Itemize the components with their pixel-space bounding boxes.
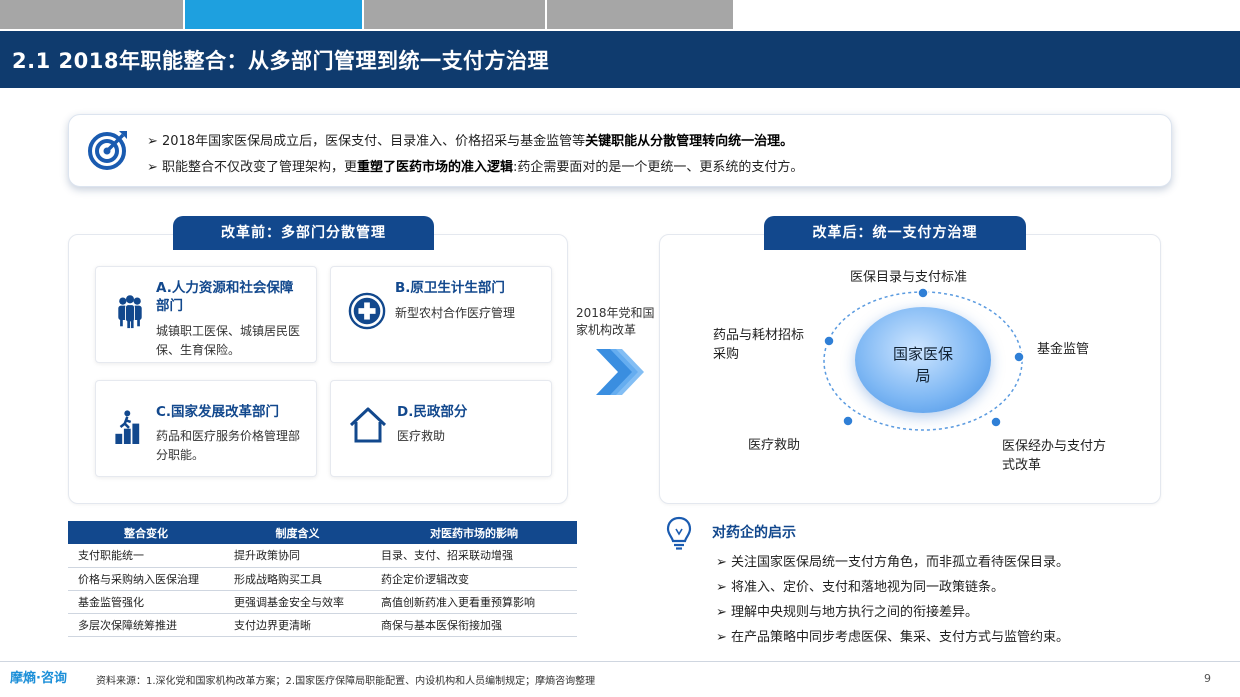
insight-item: ➢ 关注国家医保局统一支付方角色，而非孤立看待医保目录。: [716, 555, 1070, 570]
insights-title: 对药企的启示: [712, 525, 796, 541]
table-cell: 高值创新药准入更看重预算影响: [371, 590, 577, 614]
page-title: 2.1 2018年职能整合：从多部门管理到统一支付方治理: [12, 49, 549, 73]
card-title: A.人力资源和社会保障部门: [156, 280, 294, 314]
reform-note: 2018年党和国家机构改革: [576, 306, 655, 337]
table-cell: 多层次保障统筹推进: [68, 613, 224, 637]
orbit-dot-top: [917, 287, 929, 299]
table-cell: 提升政策协同: [224, 544, 371, 568]
table-cell: 支付职能统一: [68, 544, 224, 568]
orbit-dot-left: [823, 335, 835, 347]
card-hr-social-security: A.人力资源和社会保障部门 城镇职工医保、城镇居民医保、生育保险。: [95, 266, 317, 363]
card-desc: 城镇职工医保、城镇居民医保、生育保险。: [156, 324, 301, 357]
integration-table: 整合变化 制度含义 对医药市场的影响 支付职能统一 提升政策协同 目录、支付、招…: [68, 521, 577, 637]
insight-item: ➢ 将准入、定价、支付和落地视为同一政策链条。: [716, 580, 1005, 595]
card-desc: 医疗救助: [397, 429, 446, 443]
intro-line-2-text: ➢ 职能整合不仅改变了管理架构，更: [147, 160, 358, 175]
table-cell: 基金监管强化: [68, 590, 224, 614]
table-row: 价格与采购纳入医保治理 形成战略购买工具 药企定价逻辑改变: [68, 567, 577, 591]
medical-cross-icon: [348, 292, 386, 330]
insight-item: ➢ 理解中央规则与地方执行之间的衔接差异。: [716, 605, 979, 620]
nav-segment-1[interactable]: [0, 0, 183, 29]
orbit-dot-right: [1013, 351, 1025, 363]
nav-segment-4[interactable]: [547, 0, 733, 29]
orbit-label-bottom-left: 医疗救助: [748, 438, 801, 453]
table-header: 整合变化: [68, 521, 224, 544]
climbing-stairs-icon: [115, 410, 140, 444]
intro-line-2-bold: 重塑了医药市场的准入逻辑: [357, 160, 514, 175]
title-bar: 2.1 2018年职能整合：从多部门管理到统一支付方治理: [0, 31, 1240, 88]
card-health-commission: B.原卫生计生部门 新型农村合作医疗管理: [330, 266, 552, 363]
after-label: 改革后：统一支付方治理: [764, 216, 1026, 250]
card-development-reform: C.国家发展改革部门 药品和医疗服务价格管理部分职能。: [95, 380, 317, 477]
before-label: 改革前：多部门分散管理: [173, 216, 434, 250]
table-cell: 商保与基本医保衔接加强: [371, 613, 577, 637]
nav-segment-2-active[interactable]: [185, 0, 362, 29]
orbit-dot-bottom-left: [842, 415, 854, 427]
insight-item: ➢ 在产品策略中同步考虑医保、集采、支付方式与监管约束。: [716, 630, 1070, 645]
lightbulb-icon: [666, 516, 692, 550]
table-cell: 更强调基金安全与效率: [224, 590, 371, 614]
footer-logo: 摩熵·咨询: [10, 671, 67, 686]
footer-divider: [0, 661, 1240, 662]
table-cell: 形成战略购买工具: [224, 567, 371, 591]
orbit-dot-bottom-right: [990, 416, 1002, 428]
center-node: 国家医保局: [855, 307, 991, 413]
table-cell: 药企定价逻辑改变: [371, 567, 577, 591]
chevron-right-icon: [596, 349, 644, 395]
card-desc: 新型农村合作医疗管理: [395, 306, 516, 320]
intro-line-1-text: ➢ 2018年国家医保局成立后，医保支付、目录准入、价格招采与基金监管等: [147, 134, 586, 149]
orbit-label-top: 医保目录与支付标准: [850, 270, 968, 285]
intro-line-1-bold: 关键职能从分散管理转向统一治理。: [585, 134, 794, 149]
house-icon: [349, 407, 387, 443]
orbit-label-bottom-right: 医保经办与支付方式改革: [1002, 439, 1107, 473]
people-group-icon: [118, 295, 142, 329]
card-title: C.国家发展改革部门: [156, 404, 280, 420]
card-desc: 药品和医疗服务价格管理部分职能。: [156, 429, 301, 462]
orbit-label-right: 基金监管: [1037, 342, 1090, 357]
table-header: 对医药市场的影响: [371, 521, 577, 544]
table-cell: 目录、支付、招采联动增强: [371, 544, 577, 568]
card-title: B.原卫生计生部门: [395, 280, 505, 296]
table-header: 制度含义: [224, 521, 371, 544]
top-nav-bar: [0, 0, 1240, 29]
table-row: 基金监管强化 更强调基金安全与效率 高值创新药准入更看重预算影响: [68, 590, 577, 614]
table-cell: 支付边界更清晰: [224, 613, 371, 637]
table-cell: 价格与采购纳入医保治理: [68, 567, 224, 591]
intro-line-2: ➢ 职能整合不仅改变了管理架构，更重塑了医药市场的准入逻辑:药企需要面对的是一个…: [147, 156, 803, 175]
page-number: 9: [1204, 672, 1211, 685]
nav-segment-3[interactable]: [364, 0, 545, 29]
center-node-label: 国家医保局: [892, 345, 953, 385]
card-civil-affairs: D.民政部分 医疗救助: [330, 380, 552, 477]
target-icon: [88, 131, 127, 170]
card-title: D.民政部分: [397, 404, 468, 420]
table-header-row: 整合变化 制度含义 对医药市场的影响: [68, 521, 577, 544]
intro-line-2-tail: :药企需要面对的是一个更统一、更系统的支付方。: [513, 160, 804, 175]
intro-line-1: ➢ 2018年国家医保局成立后，医保支付、目录准入、价格招采与基金监管等关键职能…: [147, 130, 793, 149]
footer-source: 资料来源：1.深化党和国家机构改革方案；2.国家医疗保障局职能配置、内设机构和人…: [96, 676, 596, 687]
intro-box: ➢ 2018年国家医保局成立后，医保支付、目录准入、价格招采与基金监管等关键职能…: [68, 114, 1172, 187]
orbit-label-left: 药品与耗材招标采购: [713, 328, 805, 362]
table-row: 多层次保障统筹推进 支付边界更清晰 商保与基本医保衔接加强: [68, 613, 577, 637]
table-row: 支付职能统一 提升政策协同 目录、支付、招采联动增强: [68, 544, 577, 568]
